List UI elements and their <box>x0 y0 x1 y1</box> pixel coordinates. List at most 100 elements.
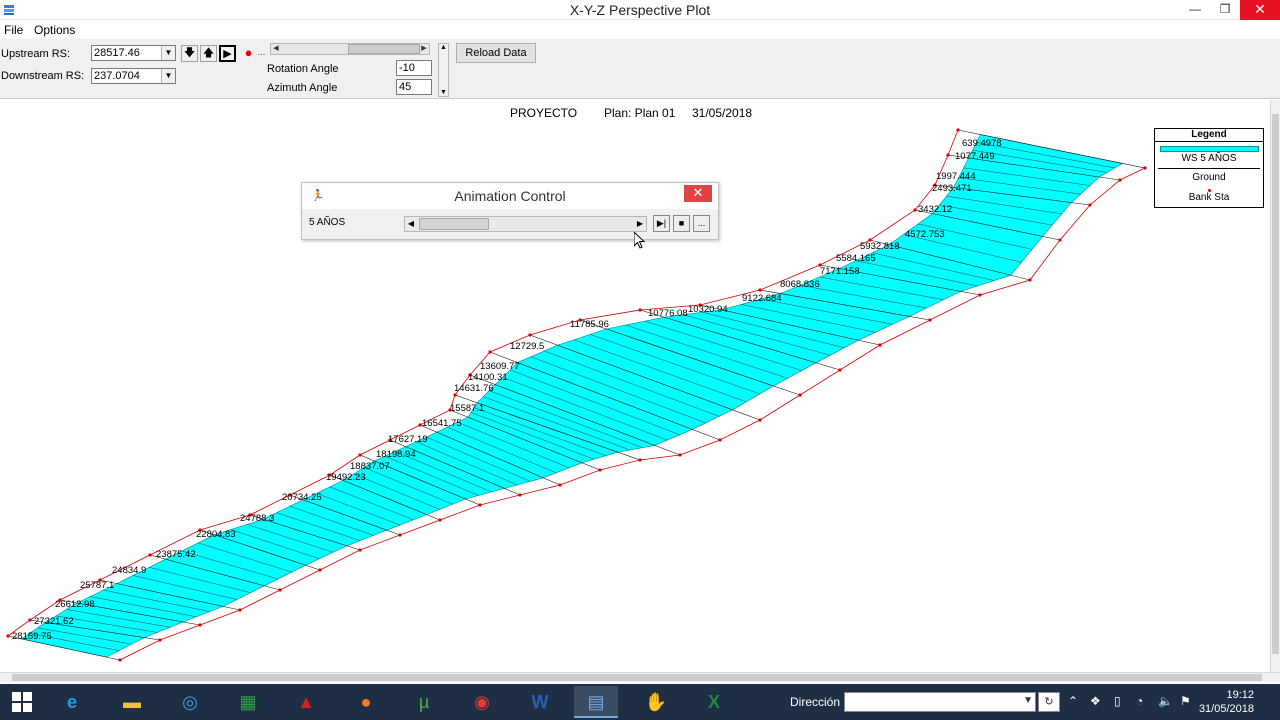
more-options-button[interactable]: ... <box>693 215 710 232</box>
spin-down-icon[interactable]: ▼ <box>440 89 447 96</box>
downstream-label: Downstream RS: <box>1 70 85 82</box>
arrow-up-button[interactable]: 🡅 <box>200 45 217 62</box>
clock[interactable]: 19:12 31/05/2018 <box>1199 688 1254 716</box>
flag-icon[interactable]: ⚑ <box>1180 694 1191 708</box>
slider-thumb[interactable] <box>348 44 420 54</box>
clock-date: 31/05/2018 <box>1198 703 1254 715</box>
disc-icon[interactable]: ◎ <box>168 686 212 718</box>
legend-bank-label: Bank Sta <box>1188 192 1230 203</box>
bank-station-point <box>438 518 442 522</box>
chevron-down-icon[interactable]: ▼ <box>1023 695 1033 706</box>
scroll-thumb[interactable] <box>12 674 1262 681</box>
station-label: 14100.31 <box>468 372 508 383</box>
station-label: 24834.9 <box>112 565 146 576</box>
dropbox-icon[interactable]: ❖ <box>1090 694 1101 708</box>
menu-file[interactable]: File <box>4 23 23 37</box>
scroll-right-icon[interactable]: ▶ <box>634 219 646 228</box>
battery-icon[interactable]: ▯ <box>1114 694 1121 708</box>
station-label: 1997.444 <box>936 171 976 182</box>
station-label: 19492.23 <box>326 472 366 483</box>
vertical-scrollbar[interactable] <box>1270 100 1280 672</box>
station-label: 28159.75 <box>12 631 52 642</box>
station-label: 13609.77 <box>480 361 520 372</box>
legend-ground-label: Ground <box>1192 172 1226 183</box>
angle-spinner[interactable]: ▲ ▼ <box>438 43 449 97</box>
bank-station-point <box>358 453 362 457</box>
horizontal-scrollbar[interactable] <box>0 672 1280 682</box>
utorrent-icon[interactable]: µ <box>402 686 446 718</box>
rotation-slider[interactable]: ◀ ▶ <box>270 43 430 55</box>
station-label: 5584.165 <box>836 253 876 264</box>
start-button[interactable] <box>0 686 44 718</box>
bank-station-point <box>518 493 522 497</box>
firefox-icon[interactable]: ● <box>344 686 388 718</box>
autocad-icon[interactable]: ▲ <box>284 686 328 718</box>
spin-up-icon[interactable]: ▲ <box>440 44 447 51</box>
hecras-icon[interactable]: ▤ <box>574 686 618 718</box>
legend-ws-label: WS 5 AÑOS <box>1181 153 1237 164</box>
bank-station-point <box>1058 238 1062 242</box>
record-icon: ● <box>244 45 253 60</box>
stop-button[interactable]: ■ <box>673 215 690 232</box>
station-label: 17627.19 <box>388 434 428 445</box>
rotation-input[interactable]: -10 <box>396 60 432 76</box>
more-button[interactable]: … <box>253 45 270 62</box>
profile-slider[interactable]: ◀ ▶ <box>404 216 647 232</box>
spreadsheet-icon[interactable]: ▦ <box>226 686 270 718</box>
scroll-left-icon[interactable]: ◀ <box>405 219 417 228</box>
maximize-button[interactable]: ❐ <box>1210 0 1240 20</box>
legend-title: Legend <box>1155 129 1263 142</box>
menu-options[interactable]: Options <box>34 23 75 37</box>
arrow-down-button[interactable]: 🡇 <box>181 45 198 62</box>
station-label: 7171.158 <box>820 266 860 277</box>
bank-station-point <box>558 483 562 487</box>
bank-station-point <box>946 153 950 157</box>
address-input[interactable]: ▼ <box>844 692 1036 712</box>
step-forward-button[interactable]: ▶| <box>653 215 670 232</box>
station-label: 18837.07 <box>350 461 390 472</box>
animation-close-button[interactable]: ✕ <box>684 185 712 202</box>
arrow-down-icon: 🡇 <box>183 47 196 59</box>
station-label: 9122.684 <box>742 293 782 304</box>
slider-thumb[interactable] <box>419 218 489 230</box>
ie-icon[interactable]: e <box>50 686 94 718</box>
network-icon[interactable]: ◔ <box>1136 694 1143 708</box>
play-button[interactable]: ▶ <box>219 45 236 62</box>
azimuth-input[interactable]: 45 <box>396 79 432 95</box>
bank-station-point <box>278 588 282 592</box>
scroll-right-icon[interactable]: ▶ <box>419 44 429 54</box>
close-button[interactable]: ✕ <box>1240 0 1280 20</box>
chevron-up-icon[interactable]: ⌃ <box>1068 694 1078 708</box>
station-label: 26612.98 <box>55 599 95 610</box>
chrome-icon[interactable]: ◉ <box>460 686 504 718</box>
chevron-down-icon[interactable]: ▼ <box>161 46 175 60</box>
bank-station-point <box>1118 178 1122 182</box>
chevron-down-icon[interactable]: ▼ <box>161 69 175 83</box>
upstream-select[interactable]: 28517.46 ▼ <box>91 45 176 61</box>
minimize-button[interactable]: — <box>1180 0 1210 20</box>
downstream-select[interactable]: 237.0704 ▼ <box>91 68 176 84</box>
bank-station-point <box>238 608 242 612</box>
bank-station-point <box>758 288 762 292</box>
window-title: X-Y-Z Perspective Plot <box>569 2 711 18</box>
title-bar: X-Y-Z Perspective Plot — ❐ ✕ <box>0 0 1280 20</box>
station-label: 14631.76 <box>454 383 494 394</box>
step-forward-icon: ▶| <box>656 218 667 228</box>
bank-station-point <box>478 503 482 507</box>
scroll-thumb[interactable] <box>1272 114 1279 654</box>
excel-icon[interactable]: X <box>692 686 736 718</box>
rotation-label: Rotation Angle <box>267 63 339 75</box>
paw-icon[interactable]: ✋ <box>634 686 678 718</box>
bank-station-point <box>6 634 10 638</box>
animation-titlebar[interactable]: 🏃 Animation Control ✕ <box>302 183 718 209</box>
word-icon[interactable]: W <box>518 686 562 718</box>
scroll-left-icon[interactable]: ◀ <box>271 44 281 54</box>
bank-station-point <box>913 208 917 212</box>
bank-station-point <box>318 568 322 572</box>
volume-icon[interactable]: 🔈 <box>1158 694 1173 708</box>
station-label: 11785.96 <box>570 319 609 330</box>
folder-icon[interactable]: ▬ <box>110 686 154 718</box>
station-label: 1077.449 <box>955 151 995 162</box>
reload-data-button[interactable]: Reload Data <box>456 43 536 63</box>
refresh-icon[interactable]: ↻ <box>1038 692 1060 712</box>
